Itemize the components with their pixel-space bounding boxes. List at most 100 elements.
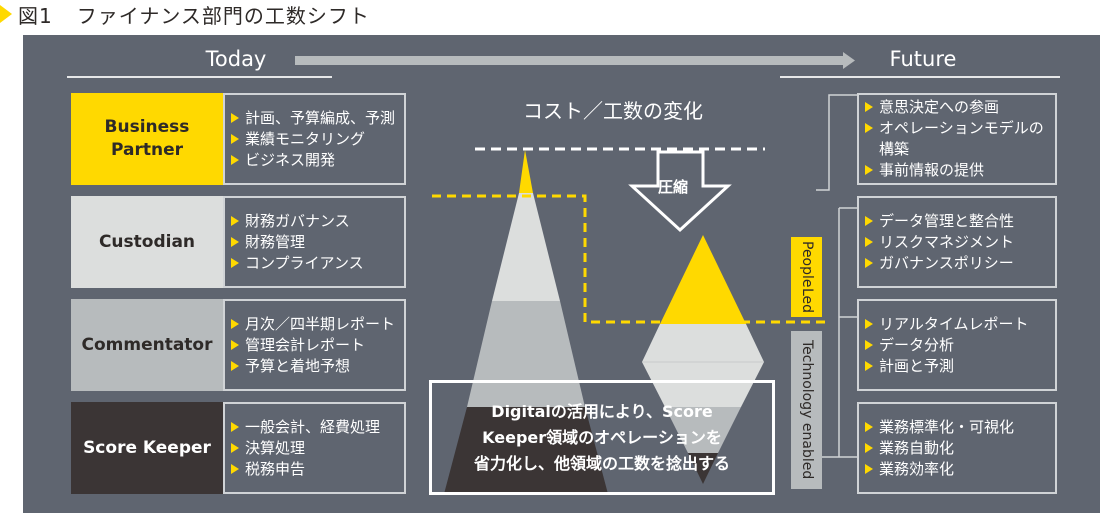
task-item: 業績モニタリング [231, 129, 404, 150]
future-item: オペレーションモデルの [865, 118, 1055, 139]
bullet-triangle-icon [231, 154, 239, 165]
task-item: 財務ガバナンス [231, 211, 404, 232]
future-tech-box-3: 業務標準化・可視化 業務自動化 業務効率化 [857, 402, 1057, 494]
task-text: 業績モニタリング [245, 129, 366, 148]
future-item-text: 意思決定への参画 [879, 98, 1000, 116]
task-item: 税務申告 [231, 459, 404, 480]
bullet-triangle-icon [231, 236, 239, 247]
role-label-line: Partner [110, 140, 183, 160]
bullet-triangle-icon [865, 360, 873, 371]
bullet-triangle-icon [865, 442, 873, 453]
tag-line: People [799, 241, 815, 288]
role-label-line: Business [104, 117, 190, 137]
bullet-triangle-icon [865, 215, 873, 226]
compress-label: 圧縮 [657, 178, 688, 196]
future-item: データ管理と整合性 [865, 211, 1055, 232]
role-label-line: Custodian [98, 231, 196, 252]
figure-title-text: ファイナンス部門の工数シフト [76, 3, 370, 28]
bullet-triangle-icon [231, 133, 239, 144]
task-text: 月次／四半期レポート [245, 314, 396, 333]
task-text: ビジネス開発 [245, 150, 336, 169]
task-item: 一般会計、経費処理 [231, 417, 404, 438]
bullet-triangle-icon [865, 257, 873, 268]
future-item-text: 業務自動化 [879, 438, 955, 457]
future-item-text: リアルタイムレポート [879, 314, 1029, 333]
future-item: 計画と予測 [865, 356, 1055, 377]
task-text: 財務管理 [245, 232, 306, 251]
bullet-triangle-icon [865, 165, 873, 175]
task-text: 管理会計レポート [245, 335, 366, 354]
bullet-triangle-icon [865, 318, 873, 329]
future-item-text: 構築 [879, 140, 910, 158]
bullet-triangle-icon [865, 421, 873, 432]
bullet-triangle-icon [865, 339, 873, 350]
future-item: 意思決定への参画 [865, 97, 1055, 118]
role-business-partner: Business Partner [71, 93, 223, 185]
title-marker-icon [0, 5, 12, 23]
bullet-triangle-icon [231, 442, 239, 453]
future-item: 業務効率化 [865, 459, 1055, 480]
bullet-spacer [865, 144, 873, 154]
role-label-line: Commentator [81, 334, 213, 355]
role-business-partner-tasks: 計画、予算編成、予測 業績モニタリング ビジネス開発 [223, 93, 406, 185]
diagram-panel: Today Future コスト／工数の変化 圧縮 Business Partn… [23, 35, 1100, 513]
bullet-triangle-icon [865, 463, 873, 474]
future-item-text: 事前情報の提供 [879, 161, 985, 179]
task-text: 財務ガバナンス [245, 211, 350, 230]
figure-number: 図1 [18, 3, 53, 28]
yellow-dashed-boundary [432, 194, 828, 324]
future-item-text: 業務標準化・可視化 [879, 417, 1015, 436]
bullet-triangle-icon [231, 421, 239, 432]
task-text: 決算処理 [245, 438, 306, 457]
future-item: データ分析 [865, 335, 1055, 356]
future-item-text: ガバナンスポリシー [879, 253, 1014, 272]
bullet-triangle-icon [865, 123, 873, 133]
task-item: 財務管理 [231, 232, 404, 253]
task-item: 予算と着地予想 [231, 356, 404, 377]
task-text: コンプライアンス [245, 253, 364, 272]
diamond-custodian-segment-upper [642, 324, 764, 362]
callout-line: Keeper領域のオペレーションを [482, 427, 722, 447]
role-score-keeper: Score Keeper [71, 402, 223, 494]
cost-change-title: コスト／工数の変化 [523, 99, 703, 123]
bullet-triangle-icon [231, 463, 239, 474]
role-commentator: Commentator [71, 299, 223, 391]
future-item-text: データ分析 [879, 335, 955, 354]
tag-people-led: People Led [791, 237, 822, 317]
bullet-triangle-icon [231, 360, 239, 371]
future-item-text: データ管理と整合性 [879, 211, 1015, 230]
callout-line: Digitalの活用により、Score [491, 401, 713, 421]
bullet-triangle-icon [231, 215, 239, 226]
bullet-triangle-icon [231, 112, 239, 123]
future-item: リアルタイムレポート [865, 314, 1055, 335]
task-item: 決算処理 [231, 438, 404, 459]
role-commentator-tasks: 月次／四半期レポート 管理会計レポート 予算と着地予想 [223, 299, 406, 391]
task-item: 管理会計レポート [231, 335, 404, 356]
figure-title: 図1 ファイナンス部門の工数シフト [0, 0, 370, 28]
future-item: 構築 [865, 139, 1055, 160]
future-item: ガバナンスポリシー [865, 253, 1055, 274]
future-connectors [816, 94, 859, 458]
tag-technology-enabled: Technology enabled [791, 331, 822, 489]
future-item-text: オペレーションモデルの [879, 119, 1044, 137]
callout-line: 省力化し、他領域の工数を捻出する [473, 453, 730, 473]
future-item-text: リスクマネジメント [879, 232, 1015, 251]
task-item: 計画、予算編成、予測 [231, 108, 404, 129]
task-item: ビジネス開発 [231, 150, 404, 171]
future-people-led-box: 意思決定への参画 オペレーションモデルの 構築 事前情報の提供 [857, 93, 1057, 185]
digital-callout: Digitalの活用により、Score Keeper領域のオペレーションを 省力… [429, 380, 775, 495]
timeline-arrow-icon [295, 52, 855, 69]
future-item: 事前情報の提供 [865, 160, 1055, 181]
future-item-text: 業務効率化 [879, 459, 955, 478]
diamond-business-partner-segment [660, 235, 746, 324]
future-item: リスクマネジメント [865, 232, 1055, 253]
bullet-triangle-icon [231, 318, 239, 329]
future-item: 業務自動化 [865, 438, 1055, 459]
future-tech-box-2: リアルタイムレポート データ分析 計画と予測 [857, 299, 1057, 391]
task-text: 一般会計、経費処理 [245, 417, 381, 436]
tag-line: Technology enabled [799, 340, 815, 480]
task-item: コンプライアンス [231, 253, 404, 274]
task-item: 月次／四半期レポート [231, 314, 404, 335]
future-item: 業務標準化・可視化 [865, 417, 1055, 438]
role-custodian: Custodian [71, 196, 223, 288]
